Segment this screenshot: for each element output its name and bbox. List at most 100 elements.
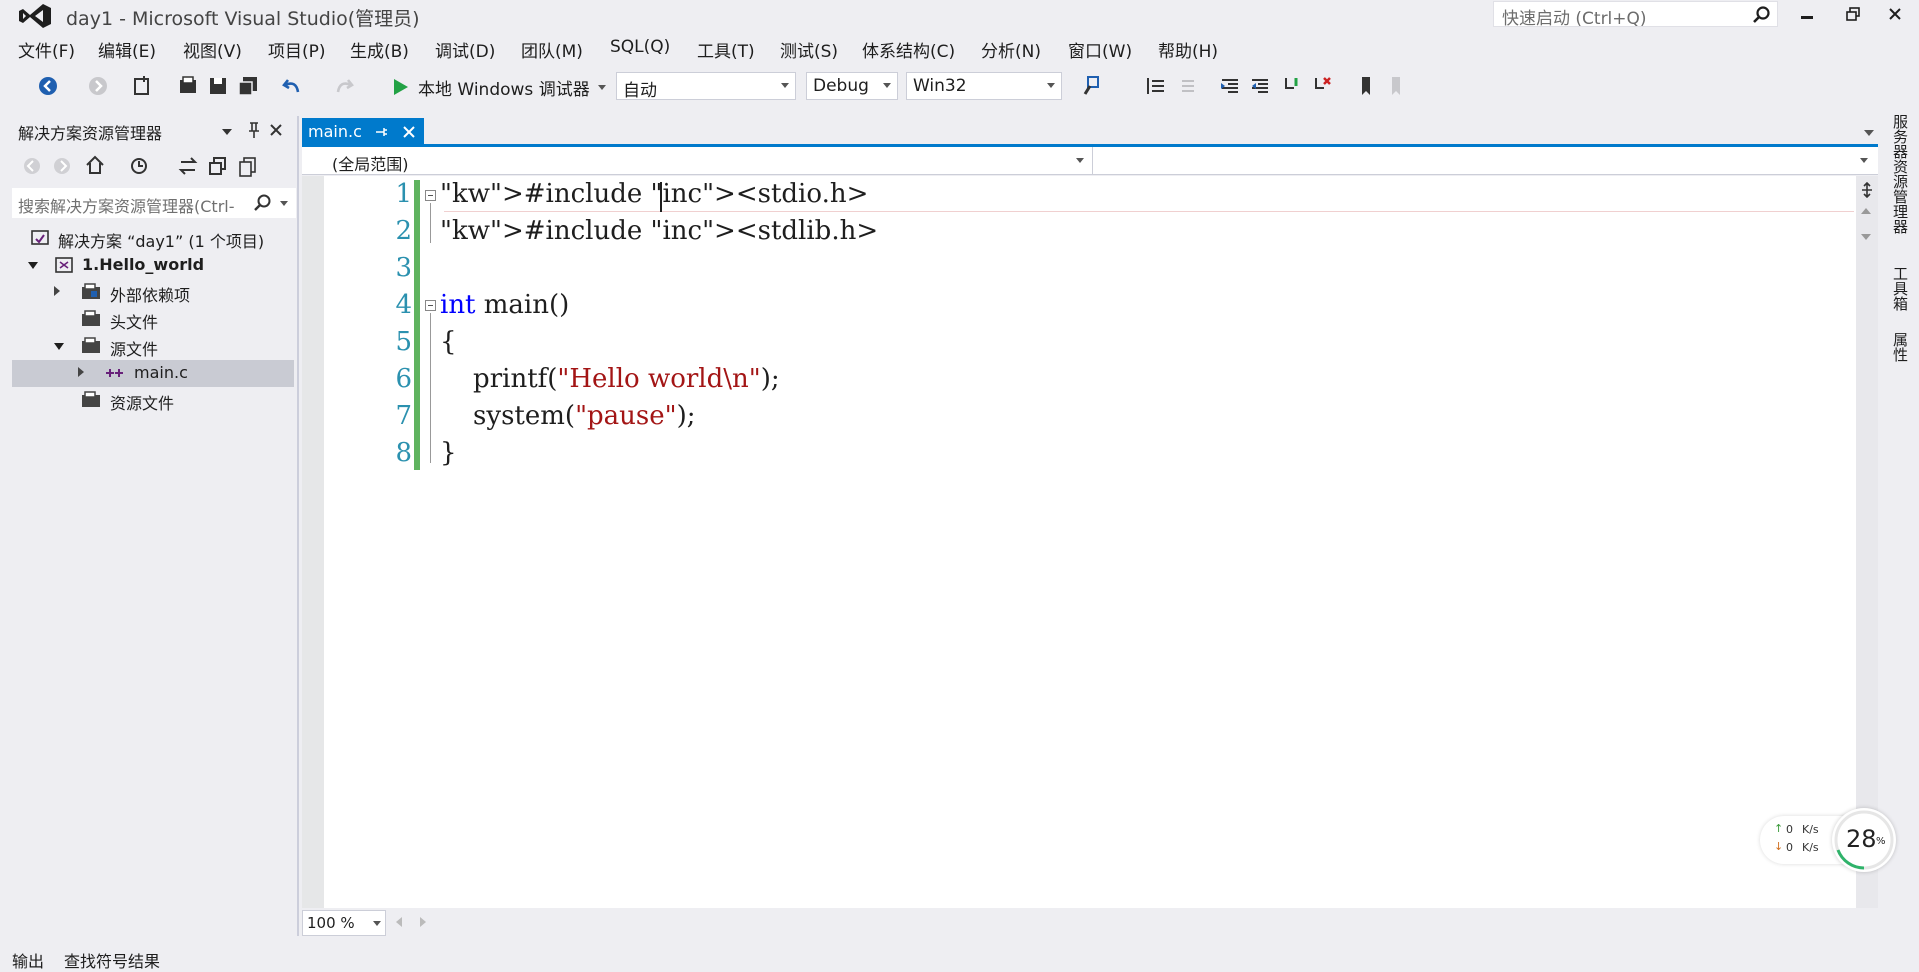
solution-config-combo[interactable]: 自动 <box>616 72 796 101</box>
code-editor[interactable] <box>302 176 1878 908</box>
back-icon[interactable] <box>22 156 42 176</box>
menu-tools[interactable]: 工具(T) <box>697 37 755 62</box>
side-tab-properties[interactable]: 属性 <box>1890 332 1911 362</box>
forward-icon[interactable] <box>52 156 72 176</box>
collapse-all-icon[interactable] <box>208 155 228 177</box>
side-tab-server-explorer[interactable]: 服务器资源管理器 <box>1890 114 1911 234</box>
forward-icon[interactable] <box>86 74 110 98</box>
chevron-down-icon[interactable] <box>222 129 232 135</box>
new-project-icon[interactable] <box>130 74 154 98</box>
back-icon[interactable] <box>36 74 60 98</box>
menu-test[interactable]: 测试(S) <box>780 37 838 62</box>
minimize-button[interactable] <box>1784 0 1830 28</box>
platform-combo[interactable]: Win32 <box>906 72 1062 100</box>
save-all-icon[interactable] <box>236 74 260 98</box>
split-icon[interactable] <box>1860 182 1874 198</box>
chevron-down-icon[interactable] <box>1864 130 1874 136</box>
undo-icon[interactable] <box>280 74 304 98</box>
menu-sql[interactable]: SQL(Q) <box>610 37 670 57</box>
menu-file[interactable]: 文件(F) <box>18 37 75 62</box>
chevron-down-icon[interactable] <box>280 201 288 206</box>
quick-launch-input[interactable]: 快速启动 (Ctrl+Q) <box>1493 1 1778 29</box>
start-debugging-button[interactable]: 本地 Windows 调试器 <box>392 74 606 100</box>
scroll-right-icon[interactable] <box>420 917 426 927</box>
menu-architecture[interactable]: 体系结构(C) <box>862 37 955 62</box>
menu-analyze[interactable]: 分析(N) <box>981 37 1041 62</box>
panel-splitter[interactable] <box>297 116 299 936</box>
collapsed-triangle-icon[interactable] <box>78 367 84 377</box>
bookmark-next-icon[interactable] <box>1384 74 1408 98</box>
pin-icon[interactable] <box>246 120 262 140</box>
bookmark-icon[interactable] <box>1354 74 1378 98</box>
tab-main-c[interactable]: main.c <box>302 118 424 146</box>
sync-icon[interactable] <box>178 155 198 177</box>
menu-view[interactable]: 视图(V) <box>183 37 242 62</box>
show-all-files-icon[interactable] <box>238 155 258 177</box>
tree-item-resource-files[interactable]: 资源文件 <box>12 387 294 414</box>
restore-button[interactable] <box>1830 0 1876 28</box>
redo-icon[interactable] <box>332 74 356 98</box>
tree-item-main-c[interactable]: main.c <box>12 360 294 387</box>
scroll-down-icon[interactable] <box>1861 234 1871 240</box>
bookmark-clear-icon[interactable] <box>1310 74 1334 98</box>
pin-icon[interactable] <box>374 125 388 139</box>
scroll-up-icon[interactable] <box>1861 208 1871 214</box>
line-number: 7 <box>395 401 412 431</box>
tree-item-solution[interactable]: 解决方案 “day1” (1 个项目) <box>12 225 294 252</box>
bookmark-prev-icon[interactable] <box>1280 74 1304 98</box>
collapsed-triangle-icon[interactable] <box>54 286 60 296</box>
tree-item-header-files[interactable]: 头文件 <box>12 306 294 333</box>
home-icon[interactable] <box>84 154 106 176</box>
change-tracking-bar <box>414 180 420 470</box>
menu-edit[interactable]: 编辑(E) <box>98 37 156 62</box>
tab-label: main.c <box>308 122 362 141</box>
zoom-combo[interactable]: 100 % <box>302 910 386 936</box>
scope-dropdown[interactable]: (全局范围) <box>302 147 1093 174</box>
menu-bar: 文件(F) 编辑(E) 视图(V) 项目(P) 生成(B) 调试(D) 团队(M… <box>0 34 1919 64</box>
visual-studio-logo-icon <box>19 4 51 28</box>
tree-item-label: 解决方案 “day1” (1 个项目) <box>58 232 265 251</box>
tab-output[interactable]: 输出 <box>12 948 44 972</box>
upload-unit: K/s <box>1802 823 1819 836</box>
uncomment-icon[interactable] <box>1248 74 1272 98</box>
expanded-triangle-icon[interactable] <box>54 343 64 350</box>
menu-build[interactable]: 生成(B) <box>350 37 409 62</box>
menu-help[interactable]: 帮助(H) <box>1158 37 1218 62</box>
text-caret <box>660 182 662 212</box>
member-dropdown[interactable] <box>1094 147 1876 174</box>
menu-debug[interactable]: 调试(D) <box>435 37 495 62</box>
tree-item-project[interactable]: 1.Hello_world <box>12 252 294 279</box>
solution-config-value: 自动 <box>623 81 657 101</box>
pending-changes-icon[interactable] <box>128 155 150 177</box>
solution-explorer-title: 解决方案资源管理器 <box>18 124 163 143</box>
memory-gauge[interactable]: 28 % <box>1832 808 1896 872</box>
outdent-icon[interactable] <box>1174 74 1198 98</box>
collapse-region-icon[interactable] <box>425 190 436 201</box>
menu-window[interactable]: 窗口(W) <box>1068 37 1132 62</box>
tree-item-external-deps[interactable]: 外部依赖项 <box>12 279 294 306</box>
open-file-icon[interactable] <box>176 74 200 98</box>
collapse-region-icon[interactable] <box>425 300 436 311</box>
menu-project[interactable]: 项目(P) <box>268 37 326 62</box>
solution-search-input[interactable]: 搜索解决方案资源管理器(Ctrl- <box>12 188 296 218</box>
editor-tab-well: main.c <box>302 116 1878 146</box>
find-in-files-icon[interactable] <box>1082 74 1106 98</box>
build-config-combo[interactable]: Debug <box>806 72 898 100</box>
side-tab-toolbox[interactable]: 工具箱 <box>1890 266 1911 311</box>
vertical-scrollbar[interactable] <box>1856 176 1878 908</box>
indent-icon[interactable] <box>1144 74 1168 98</box>
menu-team[interactable]: 团队(M) <box>521 37 583 62</box>
scope-value: (全局范围) <box>332 155 409 174</box>
comment-icon[interactable] <box>1218 74 1242 98</box>
save-icon[interactable] <box>206 74 230 98</box>
tab-find-symbol-results[interactable]: 查找符号结果 <box>64 948 160 972</box>
code-line-6: printf("Hello world\n"); <box>440 364 780 394</box>
tree-item-label: 1.Hello_world <box>82 255 205 274</box>
close-icon[interactable] <box>268 122 284 138</box>
close-icon[interactable] <box>402 125 416 139</box>
scroll-left-icon[interactable] <box>396 917 402 927</box>
expanded-triangle-icon[interactable] <box>28 262 38 269</box>
tree-item-source-files[interactable]: 源文件 <box>12 333 294 360</box>
tree-item-label: main.c <box>134 363 188 382</box>
close-window-button[interactable] <box>1872 0 1918 28</box>
